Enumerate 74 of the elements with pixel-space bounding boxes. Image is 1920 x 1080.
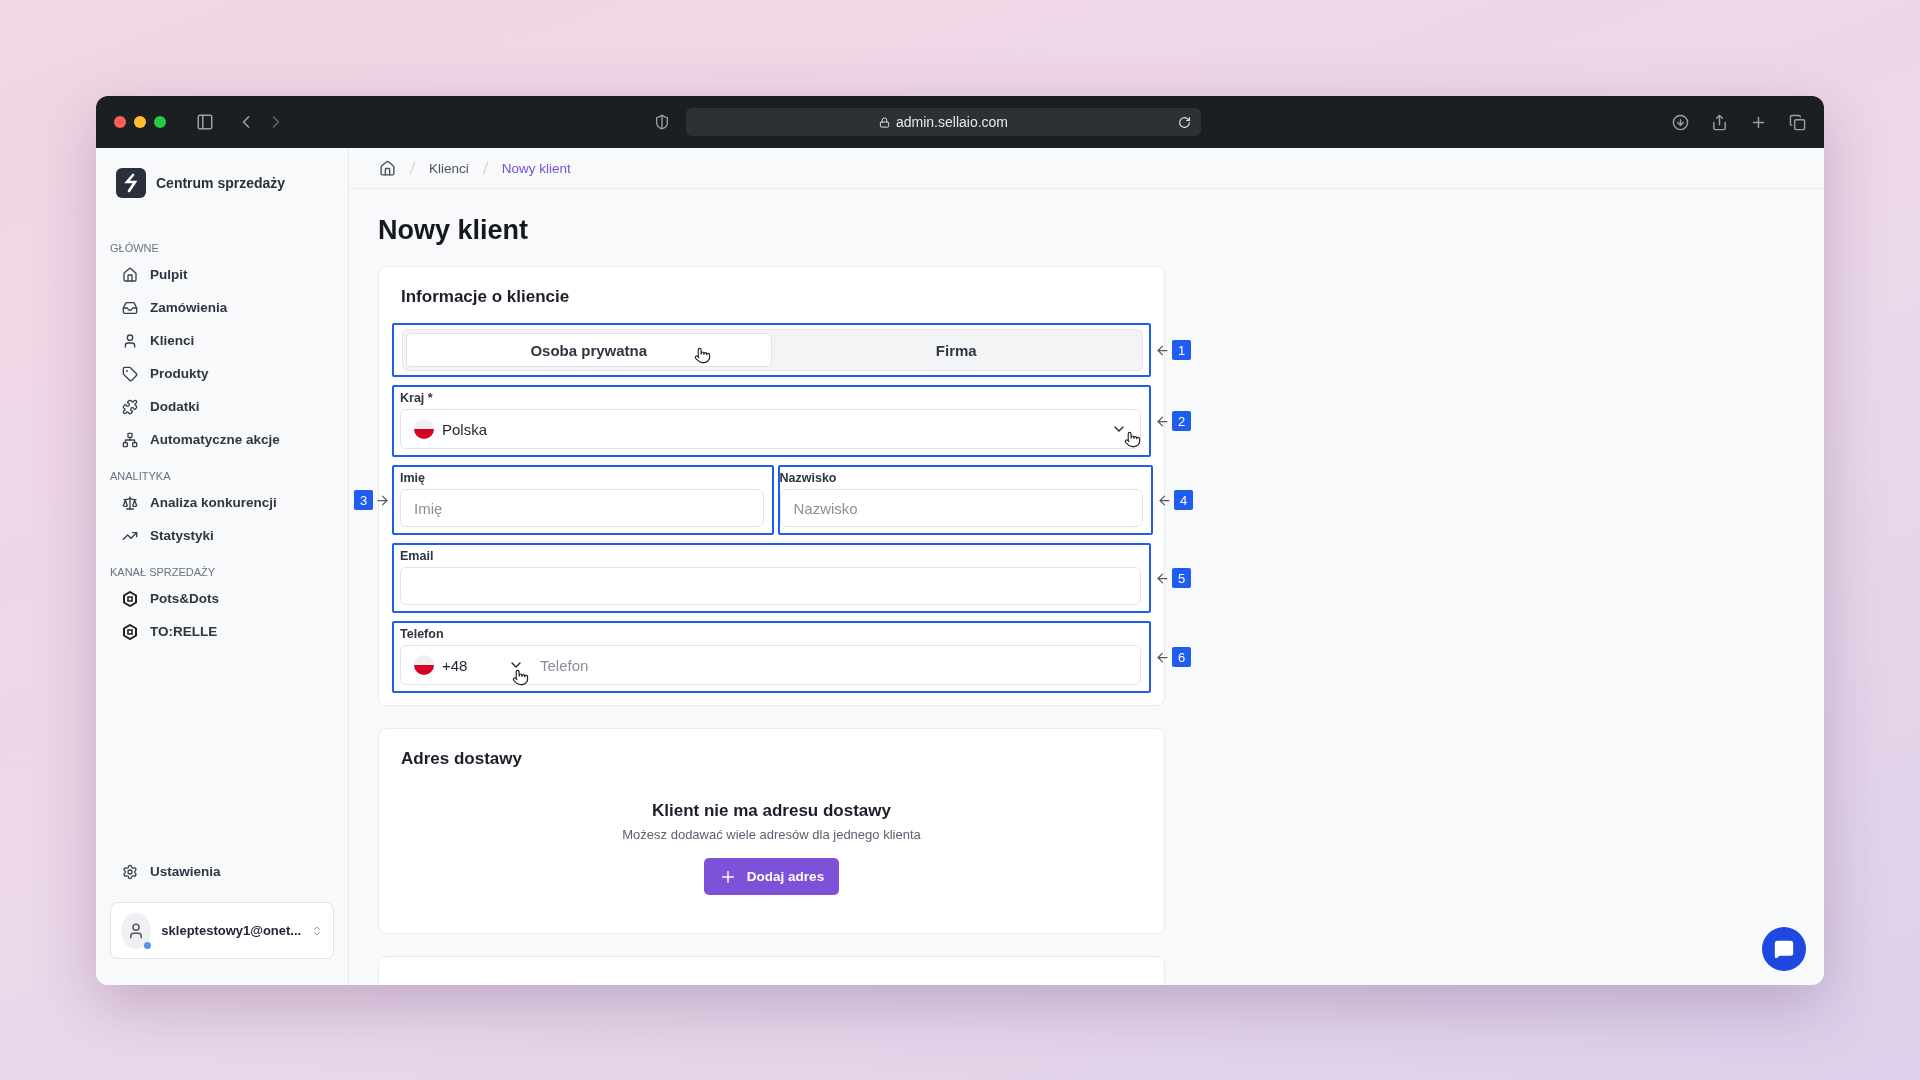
pointer-cursor-icon	[1124, 431, 1141, 448]
shield-icon[interactable]	[654, 114, 670, 130]
nav-item[interactable]: Automatyczne akcje	[110, 423, 334, 456]
phone-field[interactable]: +48 Telefon	[400, 645, 1141, 685]
nav-item[interactable]: Statystyki	[110, 519, 334, 552]
nav-item[interactable]: Analiza konkurencji	[110, 486, 334, 519]
number-badge: 1	[1172, 340, 1191, 360]
url-text: admin.sellaio.com	[895, 114, 1009, 130]
nav-item[interactable]: Pulpit	[110, 258, 334, 291]
dial-code[interactable]: +48	[442, 656, 468, 674]
number-badge: 4	[1174, 490, 1193, 510]
number-badge: 5	[1172, 568, 1191, 588]
pointer-cursor-icon	[512, 669, 529, 686]
field-label: Nazwisko	[779, 471, 838, 485]
breadcrumb-link[interactable]: Klienci	[429, 160, 469, 176]
field-label: Imię	[400, 471, 426, 485]
share-icon[interactable]	[1711, 113, 1728, 131]
user-icon	[122, 332, 138, 349]
gear-icon	[122, 863, 138, 880]
scale-icon	[122, 494, 138, 511]
puzzle-icon	[122, 398, 138, 415]
nav-item[interactable]: Zamówienia	[110, 291, 334, 324]
section-heading: GŁÓWNE	[110, 242, 160, 254]
user-card[interactable]: skleptestowy1@onet...	[110, 902, 334, 959]
tag-icon	[122, 365, 138, 382]
number-badge: 2	[1172, 411, 1191, 431]
nav-item[interactable]: TO:RELLE	[110, 615, 334, 648]
address-bar[interactable]: admin.sellaio.com	[686, 108, 1201, 136]
nav-item[interactable]: Klienci	[110, 324, 334, 357]
home-icon[interactable]	[379, 159, 396, 177]
nav-item[interactable]: Pots&Dots	[110, 582, 334, 615]
house-icon	[122, 266, 138, 283]
country-select[interactable]: Polska	[400, 409, 1141, 449]
logo-icon	[116, 168, 146, 198]
nav-item[interactable]: Produkty	[110, 357, 334, 390]
network-icon	[122, 431, 138, 448]
section-heading: KANAŁ SPRZEDAŻY	[110, 566, 217, 578]
text-field[interactable]: Nazwisko	[779, 489, 1143, 527]
breadcrumb-link[interactable]: Nowy klient	[501, 160, 571, 176]
flag-icon	[414, 419, 434, 439]
hexagon-icon	[122, 590, 138, 607]
page-title: Nowy klient	[378, 215, 530, 246]
minimize-dot[interactable]	[134, 116, 146, 128]
section-heading: ANALITYKA	[110, 470, 172, 482]
pointer-cursor-icon	[694, 347, 711, 364]
zoom-dot[interactable]	[154, 116, 166, 128]
type-tab[interactable]: Osoba prywatna	[406, 333, 772, 367]
close-dot[interactable]	[114, 116, 126, 128]
field-label: Kraj *	[400, 391, 434, 405]
hexagon-icon	[122, 623, 138, 640]
add-address-button[interactable]: Dodaj adres	[703, 858, 840, 895]
field-label: Email	[400, 549, 435, 563]
sidebar-toggle-icon[interactable]	[196, 113, 214, 131]
card-title: Informacje o kliencie	[401, 287, 571, 307]
email-field[interactable]	[400, 567, 1141, 605]
number-badge: 6	[1172, 647, 1191, 667]
field-label: Telefon	[400, 627, 445, 641]
card-title: Adres dostawy	[401, 749, 523, 769]
empty-title: Klient nie ma adresu dostawy	[652, 801, 891, 821]
empty-text: Możesz dodawać wiele adresów dla jednego klienta	[622, 827, 921, 842]
number-badge: 3	[354, 490, 373, 510]
tabs-icon[interactable]	[1789, 113, 1806, 131]
text-field[interactable]: Imię	[400, 489, 764, 527]
type-tab[interactable]: Firma	[773, 333, 1139, 367]
reload-icon[interactable]	[1178, 115, 1191, 129]
chat-icon	[1774, 939, 1794, 959]
nav-item[interactable]: Ustawienia	[110, 855, 334, 888]
download-icon[interactable]	[1672, 113, 1689, 131]
nav-item[interactable]: Dodatki	[110, 390, 334, 423]
user-email: skleptestowy1@onet...	[161, 923, 302, 938]
lock-icon	[878, 116, 890, 128]
brand-name: Centrum sprzedaży	[156, 175, 286, 191]
inbox-icon	[122, 299, 138, 316]
flag-icon	[414, 655, 434, 675]
